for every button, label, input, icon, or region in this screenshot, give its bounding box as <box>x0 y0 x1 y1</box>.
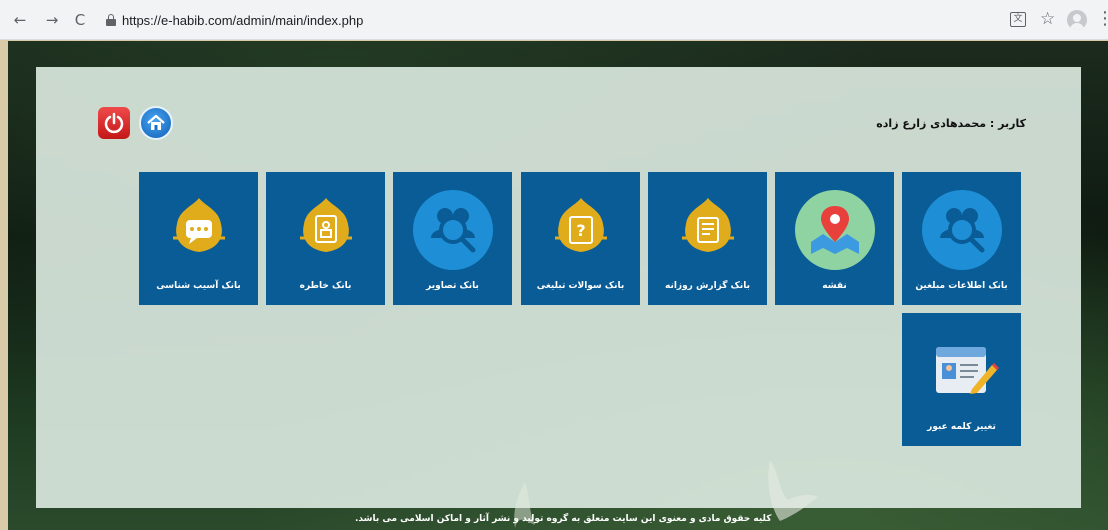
profile-avatar-icon[interactable] <box>1067 10 1087 30</box>
people-search-icon <box>412 190 493 270</box>
svg-text:?: ? <box>576 221 585 240</box>
logout-power-button[interactable] <box>98 107 130 139</box>
tile-preachers-info-bank[interactable]: بانک اطلاعات مبلغین <box>902 172 1021 305</box>
tile-daily-report-bank[interactable]: بانک گزارش روزانه <box>648 172 767 305</box>
tile-questions-bank[interactable]: ? بانک سوالات تبلیغی <box>521 172 640 305</box>
footer-copyright: کلیه حقوق مادی و معنوی این سایت متعلق به… <box>355 514 772 524</box>
address-bar[interactable]: https://e-habib.com/admin/main/index.php <box>98 8 998 34</box>
url-text[interactable]: https://e-habib.com/admin/main/index.php <box>122 13 363 29</box>
lock-icon <box>106 14 116 26</box>
home-icon <box>147 114 165 130</box>
tile-label: بانک تصاویر <box>426 281 479 291</box>
forward-button[interactable]: → <box>44 12 60 28</box>
browser-toolbar: ← → C https://e-habib.com/admin/main/ind… <box>0 0 1108 40</box>
tile-label: نقشه <box>822 281 847 291</box>
tile-label: بانک سوالات تبلیغی <box>536 281 625 291</box>
tile-label: بانک خاطره <box>299 281 352 291</box>
tile-images-bank[interactable]: بانک تصاویر <box>393 172 512 305</box>
id-card-edit-icon <box>935 347 999 394</box>
map-pin-icon <box>794 190 875 270</box>
memory-book-icon <box>299 198 352 252</box>
people-search-icon <box>921 190 1002 270</box>
tile-label: بانک اطلاعات مبلغین <box>915 281 1008 291</box>
tile-label: تغییر کلمه عبور <box>927 422 996 432</box>
browser-menu-icon[interactable]: ⋮ <box>1096 10 1108 28</box>
question-book-icon: ? <box>554 198 607 252</box>
tile-pathology-bank[interactable]: بانک آسیب شناسی <box>139 172 258 305</box>
tile-label: بانک آسیب شناسی <box>156 281 241 291</box>
chat-icon <box>172 198 225 252</box>
tile-change-password[interactable]: تغییر کلمه عبور <box>902 313 1021 446</box>
current-user-label: کاربر : محمدهادی زارع زاده <box>876 117 1026 130</box>
tile-label: بانک گزارش روزانه <box>664 281 751 291</box>
translate-icon[interactable]: 文 <box>1010 12 1026 27</box>
back-button[interactable]: ← <box>12 12 28 28</box>
power-icon <box>104 112 124 134</box>
reload-button[interactable]: C <box>72 12 88 28</box>
report-icon <box>681 198 734 252</box>
home-button[interactable] <box>139 106 173 140</box>
tile-memory-bank[interactable]: بانک خاطره <box>266 172 385 305</box>
bookmark-star-icon[interactable]: ☆ <box>1040 10 1055 28</box>
tile-map[interactable]: نقشه <box>775 172 894 305</box>
